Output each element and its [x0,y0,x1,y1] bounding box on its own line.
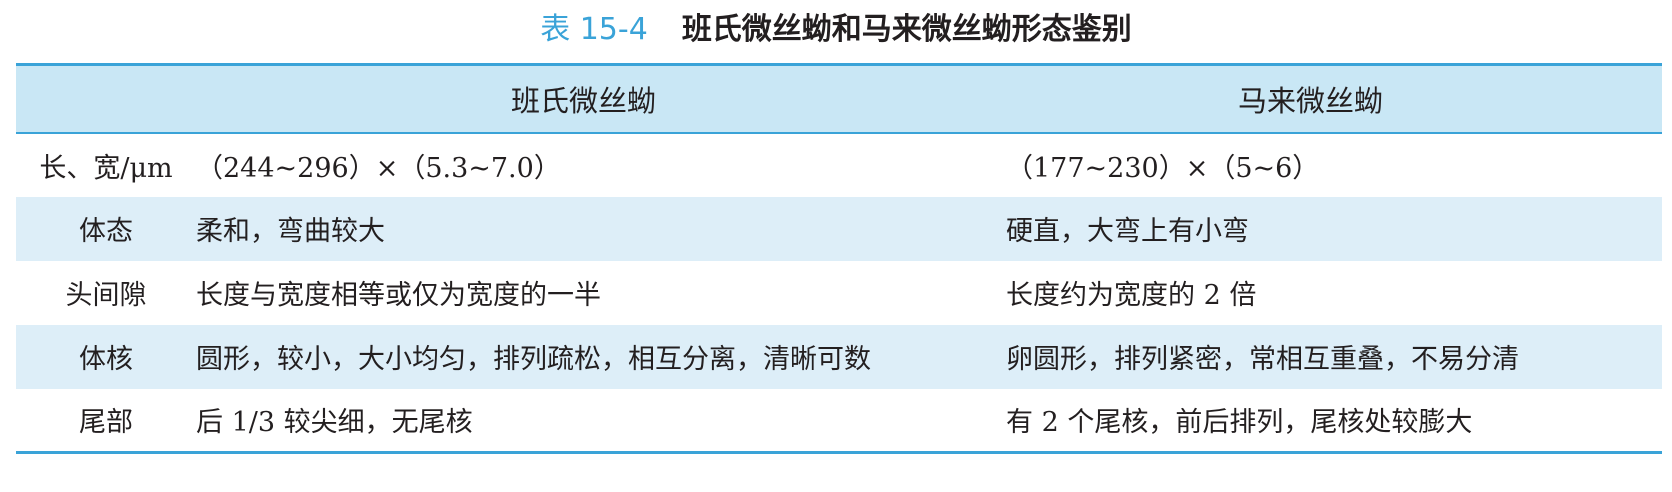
table-row: 长、宽/μm （244~296）×（5.3~7.0） （177~230）×（5~… [16,131,1662,197]
table-row: 体核 圆形，较小，大小均匀，排列疏松，相互分离，清晰可数 卵圆形，排列紧密，常相… [16,324,1662,389]
cell-bancroft: 柔和，弯曲较大 [196,216,385,247]
table-row: 体态 柔和，弯曲较大 硬直，大弯上有小弯 [16,196,1662,261]
table-header-row: 班氏微丝蚴 马来微丝蚴 [16,63,1662,133]
cell-malayan: 有 2 个尾核，前后排列，尾核处较膨大 [1006,388,1662,454]
header-empty [16,63,196,133]
cell-malayan: 长度约为宽度的 2 倍 [1006,280,1257,311]
row-label: 长、宽/μm [16,131,196,197]
row-label: 体态 [79,216,133,247]
row-label: 尾部 [16,388,196,454]
row-label: 头间隙 [65,280,147,311]
cell-bancroft: 后 1/3 较尖细，无尾核 [196,388,1006,454]
cell-malayan: 硬直，大弯上有小弯 [1006,216,1249,247]
table-row: 尾部 后 1/3 较尖细，无尾核 有 2 个尾核，前后排列，尾核处较膨大 [16,388,1662,454]
row-label: 体核 [79,344,133,375]
cell-malayan: （177~230）×（5~6） [1006,131,1662,197]
comparison-table: 班氏微丝蚴 马来微丝蚴 长、宽/μm （244~296）×（5.3~7.0） （… [16,63,1662,454]
table-title: 班氏微丝蚴和马来微丝蚴形态鉴别 [681,12,1132,47]
table-caption: 表 15-4 班氏微丝蚴和马来微丝蚴形态鉴别 [0,8,1672,52]
header-bancroft: 班氏微丝蚴 [196,63,1006,133]
table-row: 头间隙 长度与宽度相等或仅为宽度的一半 长度约为宽度的 2 倍 [16,261,1662,325]
cell-bancroft: 圆形，较小，大小均匀，排列疏松，相互分离，清晰可数 [196,344,871,375]
cell-bancroft: 长度与宽度相等或仅为宽度的一半 [196,280,601,311]
cell-malayan: 卵圆形，排列紧密，常相互重叠，不易分清 [1006,344,1519,375]
table-number: 表 15-4 [540,12,648,47]
cell-bancroft: （244~296）×（5.3~7.0） [196,131,1006,197]
header-malayan: 马来微丝蚴 [1006,63,1662,133]
